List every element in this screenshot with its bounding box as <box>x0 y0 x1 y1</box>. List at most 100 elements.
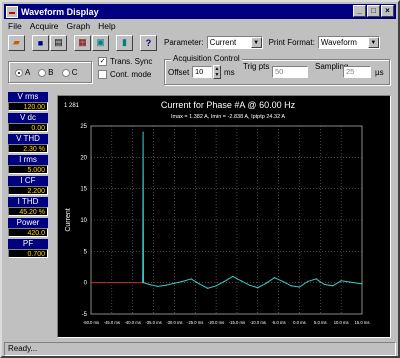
cont-mode-checkbox[interactable]: Cont. mode <box>98 70 151 80</box>
app-icon <box>6 5 18 18</box>
sampling-input[interactable]: 25 <box>343 66 371 78</box>
x-tick-label: -35.0 ms <box>145 320 161 325</box>
measurements-panel: V rms 120.00 V dc 0.00 V THD 2.30 % I rms 5.000… <box>8 90 50 340</box>
y-tick-label: 10 <box>80 218 87 224</box>
sampling-unit: µs <box>375 68 384 77</box>
save-icon[interactable]: ■ <box>32 34 49 51</box>
menu-help[interactable]: Help <box>98 21 115 31</box>
trans-sync-checkbox[interactable]: ✓ Trans. Sync <box>98 57 152 67</box>
measure-label-power: Power <box>8 218 48 228</box>
offset-spinner[interactable]: ▲ ▼ <box>213 65 221 79</box>
acquire-icon[interactable]: ▣ <box>92 34 109 51</box>
data-point <box>298 286 301 288</box>
x-tick-label: -45.0 ms <box>104 320 120 325</box>
y-axis-label: Current <box>65 208 72 231</box>
data-point <box>315 278 317 280</box>
print-icon[interactable]: ▤ <box>50 34 67 51</box>
y-tick-label: 0 <box>84 281 88 287</box>
chevron-down-icon[interactable]: ▼ <box>367 37 379 48</box>
measure-label-v-dc: V dc <box>8 113 48 123</box>
chart-subtitle: Imax = 1.382 A, Imin = -2.838 A, Iptptp … <box>171 114 285 120</box>
title-bar: Waveform Display _ □ × <box>4 4 396 19</box>
x-tick-label: -10.0 ms <box>250 320 266 325</box>
parameter-value: Current <box>209 38 237 47</box>
measure-value-i-cf: 2.200 <box>8 186 48 195</box>
measure-value-i-thd: 45.20 % <box>8 207 48 216</box>
phase-radio-a[interactable]: A <box>15 68 30 77</box>
x-tick-label: -20.0 ms <box>208 320 224 325</box>
print-format-select[interactable]: Waveform ▼ <box>317 36 380 49</box>
measure-label-v-rms: V rms <box>8 92 48 102</box>
data-point <box>157 285 159 288</box>
window-controls: _ □ × <box>353 5 394 17</box>
maximize-button[interactable]: □ <box>367 5 380 17</box>
x-tick-label: 10.0 ms <box>334 320 349 325</box>
data-point <box>340 280 342 282</box>
data-point <box>148 283 150 286</box>
close-button[interactable]: × <box>381 5 394 17</box>
exit-icon[interactable]: ▮ <box>116 34 133 51</box>
status-text: Ready... <box>8 344 38 353</box>
y-tick-label: 25 <box>80 124 87 130</box>
menu-bar: File Acquire Graph Help <box>4 20 396 32</box>
measure-value-i-rms: 5.000 <box>8 165 48 174</box>
data-point <box>257 287 259 289</box>
offset-label: Offset <box>168 68 190 77</box>
toolbar: ▰ ■ ▤ ▦ ▣ ▮ ? Parameter: Current ▼ Print… <box>4 33 396 52</box>
x-tick-label: -50.0 ms <box>83 320 99 325</box>
status-bar: Ready... <box>4 342 396 356</box>
chevron-down-icon[interactable]: ▼ <box>250 37 262 48</box>
parameter-label: Parameter: <box>164 38 204 47</box>
plot-corner-label: 1 281 <box>64 103 80 109</box>
offset-input[interactable]: 10 <box>192 66 212 78</box>
menu-file[interactable]: File <box>8 21 22 31</box>
phase-radio-b[interactable]: B <box>38 68 53 77</box>
x-tick-label: 0.0 ms <box>293 320 306 325</box>
data-point <box>307 280 309 283</box>
copy-icon[interactable]: ▦ <box>74 34 91 51</box>
chart-title: Current for Phase #A @ 60.00 Hz <box>161 100 296 110</box>
check-icon[interactable]: ✓ <box>98 57 107 67</box>
print-format-value: Waveform <box>320 38 357 47</box>
data-point <box>142 131 144 133</box>
data-point <box>232 275 234 277</box>
data-point <box>348 281 351 283</box>
current-trace <box>142 132 363 289</box>
trig-label: Trig pts <box>243 62 270 71</box>
help-icon[interactable]: ? <box>140 34 157 51</box>
acquisition-title: Acquisition Control <box>171 54 242 63</box>
data-point <box>223 280 226 283</box>
data-point <box>182 280 184 283</box>
data-point <box>142 282 145 284</box>
waveform-chart: 1 281 Current for Phase #A @ 60.00 Hz Imax… <box>64 100 369 325</box>
data-point <box>190 278 192 280</box>
data-point <box>323 283 326 286</box>
parameter-select[interactable]: Current ▼ <box>206 36 263 49</box>
window-title: Waveform Display <box>21 6 99 17</box>
data-point <box>273 277 276 279</box>
data-point <box>173 282 175 284</box>
offset-unit: ms <box>224 68 235 77</box>
minimize-button[interactable]: _ <box>353 5 366 17</box>
x-tick-label: 5.0 ms <box>314 320 327 325</box>
measure-value-v-rms: 120.00 <box>8 102 48 111</box>
data-point <box>240 280 242 282</box>
trig-input[interactable]: 50 <box>272 66 308 78</box>
measure-label-i-rms: I rms <box>8 155 48 165</box>
data-point <box>165 284 167 286</box>
y-tick-label: 15 <box>80 187 87 193</box>
data-point <box>282 280 284 283</box>
data-point <box>215 285 217 287</box>
open-icon[interactable]: ▰ <box>8 34 25 51</box>
phase-radio-c[interactable]: C <box>61 68 78 77</box>
controls-row: A B C ✓ Trans. Sync Cont. mode Acquisitio… <box>4 53 396 86</box>
measure-label-i-cf: I CF <box>8 176 48 186</box>
acquisition-control-group: Acquisition Control Offset 10 ▲ ▼ ms Trig… <box>164 54 390 85</box>
app-window: Waveform Display _ □ × File Acquire Grap… <box>0 0 400 358</box>
y-tick-label: 20 <box>80 155 87 161</box>
x-tick-label: -40.0 ms <box>125 320 141 325</box>
x-tick-label: -5.0 ms <box>272 320 286 325</box>
menu-acquire[interactable]: Acquire <box>30 21 59 31</box>
menu-graph[interactable]: Graph <box>67 21 91 31</box>
measure-label-i-thd: I THD <box>8 197 48 207</box>
